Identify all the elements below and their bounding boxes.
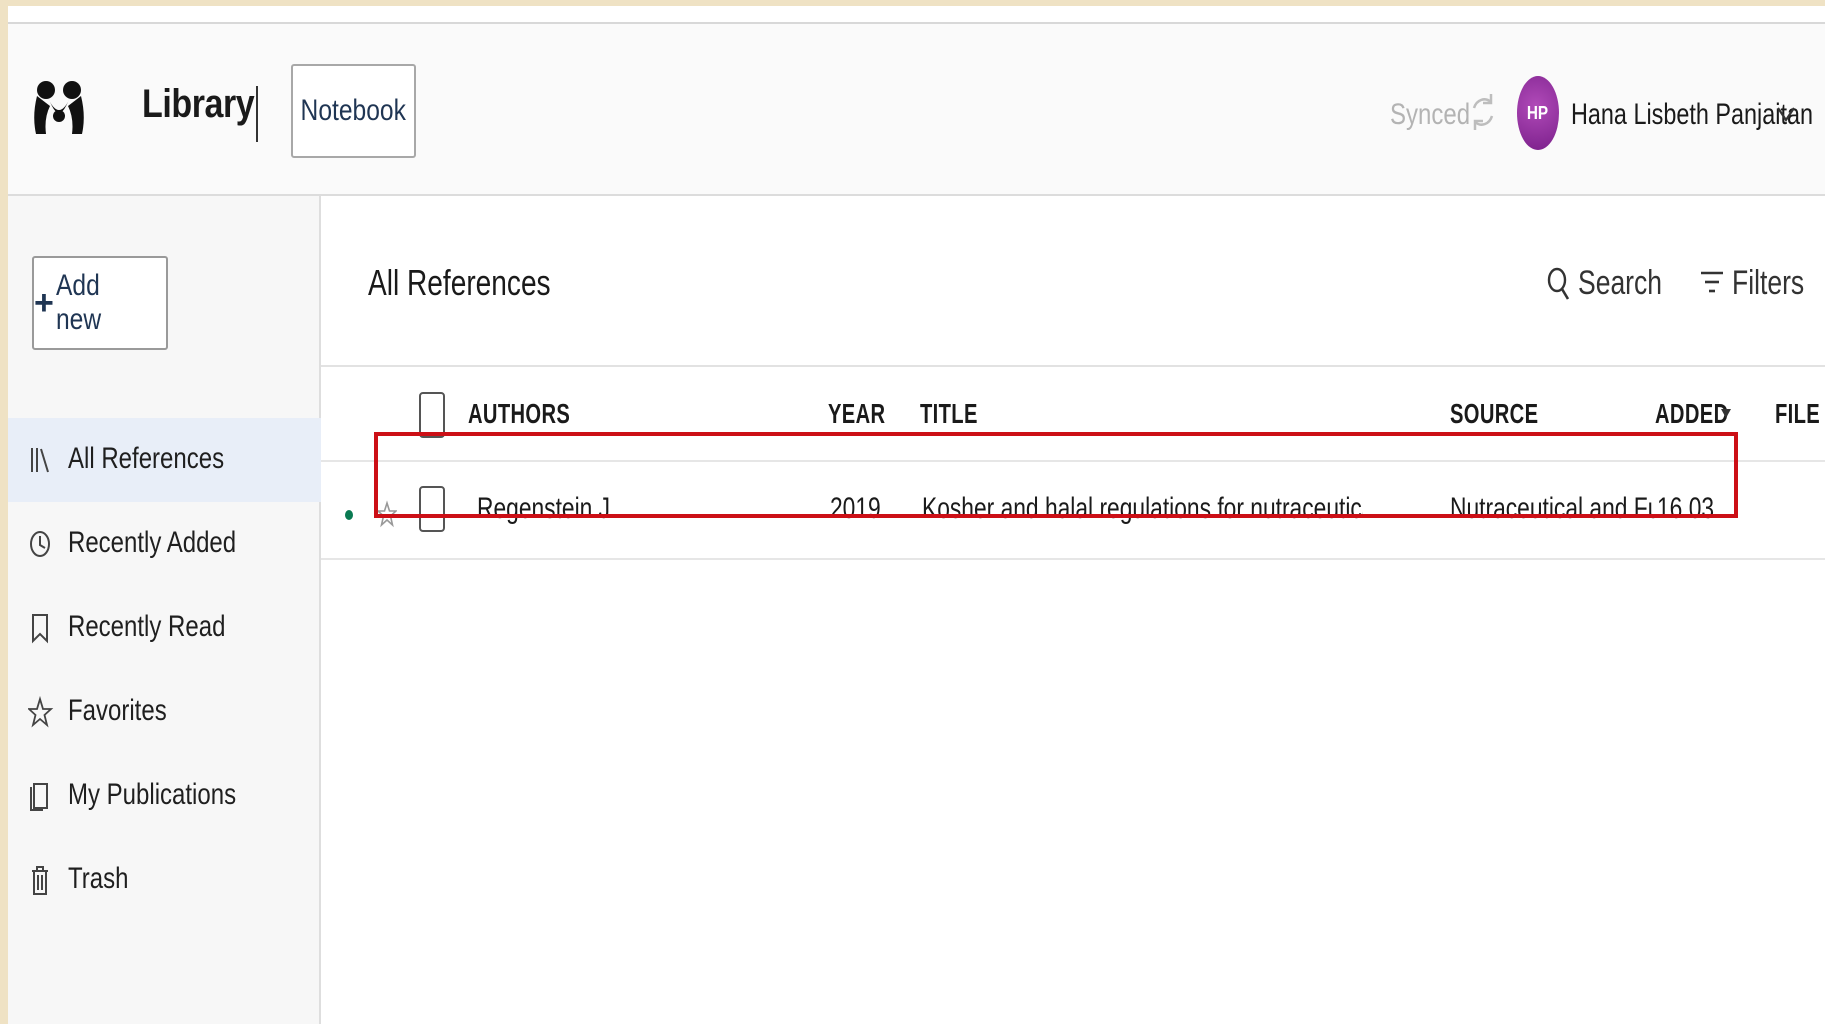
plus-icon: +	[34, 283, 54, 322]
trash-icon	[32, 866, 48, 895]
user-initials: HP	[1527, 102, 1549, 123]
sidebar-item-label: Favorites	[68, 694, 167, 727]
sidebar: + Add new All References Recently Added …	[8, 196, 321, 1024]
chevron-down-icon[interactable]	[1774, 102, 1798, 126]
sidebar-item-label: Recently Read	[68, 610, 226, 643]
library-icon	[31, 448, 49, 473]
header-divider	[256, 86, 258, 142]
app-window: Library Notebook Synced HP Hana Lisbeth …	[8, 6, 1825, 1024]
filters-button[interactable]: Filters	[1700, 258, 1825, 308]
column-header-added[interactable]: ADDED	[1655, 398, 1728, 430]
mendeley-logo-icon[interactable]	[30, 76, 88, 138]
clock-icon	[30, 531, 50, 557]
notebook-button-label: Notebook	[300, 94, 407, 127]
add-new-button[interactable]: + Add new	[32, 256, 168, 350]
cell-authors: Regenstein J	[477, 492, 611, 525]
select-all-checkbox[interactable]	[419, 392, 445, 438]
page-title: All References	[368, 262, 551, 303]
sidebar-item-label: Trash	[68, 862, 129, 895]
main-content: All References Search Filters AUTHORS YE…	[321, 196, 1825, 1024]
favorite-star-icon[interactable]	[377, 500, 397, 528]
bookmark-icon	[32, 614, 48, 644]
page-brand-title: Library	[142, 82, 255, 126]
table-header: AUTHORS YEAR TITLE SOURCE ADDED FILE	[321, 368, 1825, 462]
sidebar-item-recently-read[interactable]: Recently Read	[8, 586, 321, 670]
sidebar-item-favorites[interactable]: Favorites	[8, 670, 321, 754]
sidebar-item-label: My Publications	[68, 778, 237, 811]
column-header-source[interactable]: SOURCE	[1450, 398, 1538, 430]
sync-status: Synced	[1390, 98, 1471, 131]
row-checkbox[interactable]	[419, 486, 445, 532]
cell-title: Kosher and halal regulations for nutrace…	[922, 492, 1363, 525]
sidebar-item-recently-added[interactable]: Recently Added	[8, 502, 321, 586]
filters-label: Filters	[1732, 263, 1805, 302]
notebook-button[interactable]: Notebook	[291, 64, 416, 158]
search-button[interactable]: Search	[1546, 258, 1686, 308]
table-row[interactable]: Regenstein J 2019 Kosher and halal regul…	[321, 464, 1825, 560]
sidebar-item-label: All References	[68, 442, 225, 475]
top-header: Library Notebook Synced HP Hana Lisbeth …	[8, 24, 1825, 196]
toolbar-divider	[321, 365, 1825, 367]
sidebar-item-all-references[interactable]: All References	[8, 418, 321, 502]
column-header-authors[interactable]: AUTHORS	[468, 398, 570, 430]
publications-icon	[30, 783, 48, 811]
sync-icon[interactable]	[1468, 90, 1498, 134]
sidebar-nav: All References Recently Added Recently R…	[8, 418, 321, 922]
column-header-year[interactable]: YEAR	[828, 398, 885, 430]
sort-desc-icon[interactable]	[1719, 406, 1733, 420]
cell-year: 2019	[830, 492, 881, 525]
cell-added: 16.03	[1657, 492, 1715, 525]
column-header-title[interactable]: TITLE	[920, 398, 978, 430]
add-new-label: Add new	[55, 269, 101, 336]
column-header-file[interactable]: FILE	[1775, 398, 1820, 430]
sidebar-item-my-publications[interactable]: My Publications	[8, 754, 321, 838]
search-label: Search	[1578, 263, 1663, 302]
unread-indicator	[345, 510, 353, 520]
filter-icon	[1701, 271, 1723, 293]
search-icon	[1547, 267, 1570, 300]
user-avatar[interactable]: HP	[1517, 76, 1559, 150]
cell-source: Nutraceutical and Fun	[1450, 492, 1656, 525]
star-icon	[28, 695, 54, 728]
sidebar-item-trash[interactable]: Trash	[8, 838, 321, 922]
sidebar-item-label: Recently Added	[68, 526, 237, 559]
